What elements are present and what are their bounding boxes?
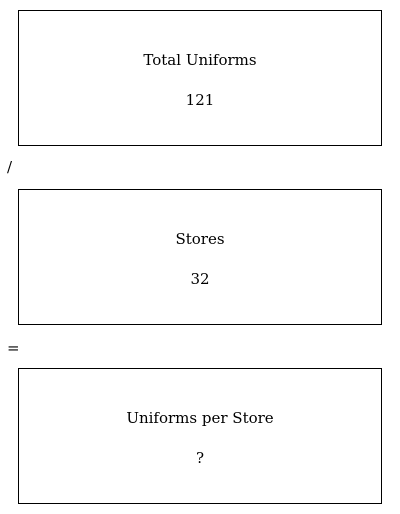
stores-value: 32 xyxy=(190,270,210,288)
uniforms-per-store-box: Uniforms per Store ? xyxy=(18,368,382,504)
stores-label: Stores xyxy=(175,230,225,248)
stores-box: Stores 32 xyxy=(18,189,382,325)
total-uniforms-value: 121 xyxy=(185,91,215,109)
total-uniforms-label: Total Uniforms xyxy=(143,51,257,69)
divide-operator: / xyxy=(7,158,13,176)
equals-operator: = xyxy=(7,339,20,357)
uniforms-per-store-value: ? xyxy=(195,449,205,467)
uniforms-per-store-label: Uniforms per Store xyxy=(126,409,274,427)
total-uniforms-box: Total Uniforms 121 xyxy=(18,10,382,146)
